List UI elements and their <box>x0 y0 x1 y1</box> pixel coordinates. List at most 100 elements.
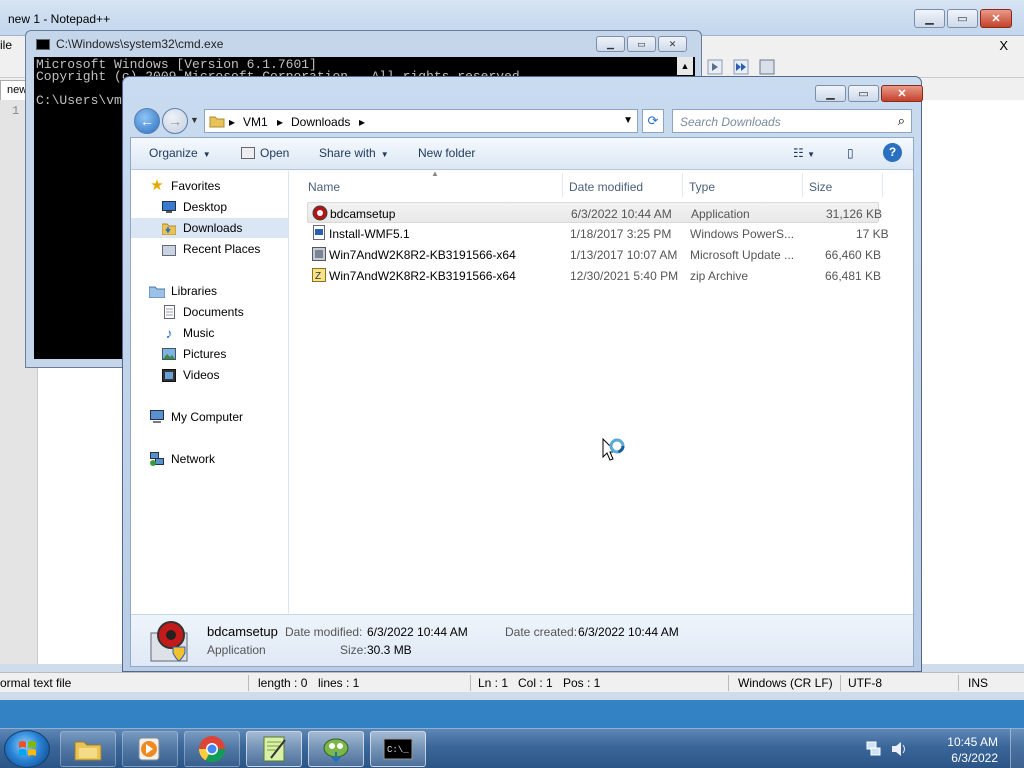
nav-videos[interactable]: Videos <box>161 365 219 385</box>
taskbar-cmd[interactable]: C:\_ <box>370 731 426 767</box>
start-button[interactable] <box>4 730 50 768</box>
file-size: 66,460 KB <box>825 248 882 262</box>
taskbar-setup[interactable] <box>308 731 364 767</box>
explorer-maximize-button[interactable]: ▭ <box>848 85 879 102</box>
close-document-button[interactable]: X <box>999 38 1008 53</box>
open-button[interactable]: Open <box>241 146 289 160</box>
nav-recent-places[interactable]: Recent Places <box>161 239 260 259</box>
notepadpp-maximize-button[interactable]: ▭ <box>947 9 978 28</box>
notepadpp-minimize-button[interactable]: ▁ <box>914 9 945 28</box>
nav-favorites[interactable]: ★ Favorites <box>149 176 220 196</box>
nav-label: Desktop <box>183 200 228 214</box>
nav-downloads[interactable]: Downloads <box>131 218 288 238</box>
nav-label: Music <box>183 326 215 340</box>
svg-text:Z: Z <box>315 271 321 282</box>
column-date-modified[interactable]: Date modified <box>569 180 643 194</box>
clock[interactable]: 10:45 AM 6/3/2022 <box>947 734 998 766</box>
status-eol: Windows (CR LF) <box>738 676 833 690</box>
pictures-icon <box>161 346 177 362</box>
status-lines: lines : 1 <box>318 676 360 690</box>
organize-label: Organize <box>149 146 198 160</box>
search-icon[interactable]: ⌕ <box>898 113 905 129</box>
file-row-kb3191566-msu[interactable]: Win7AndW2K8R2-KB3191566-x64 1/13/2017 10… <box>307 244 882 265</box>
explorer-close-button[interactable]: ✕ <box>881 85 923 102</box>
file-row-install-wmf[interactable]: Install-WMF5.1 1/18/2017 3:25 PM Windows… <box>307 223 889 244</box>
file-type: Microsoft Update ... <box>690 248 795 262</box>
cmd-maximize-button[interactable]: ▭ <box>627 36 656 52</box>
file-row-bdcamsetup[interactable]: bdcamsetup 6/3/2022 10:44 AM Application… <box>307 202 882 223</box>
nav-desktop[interactable]: Desktop <box>161 197 227 217</box>
network-tray-icon[interactable] <box>866 741 882 757</box>
media-player-icon <box>138 737 160 761</box>
nav-music[interactable]: ♪ Music <box>161 323 215 343</box>
nav-label: Videos <box>183 368 220 382</box>
chrome-icon <box>198 736 226 763</box>
explorer-content: Organize ▼ Open Share with ▼ New folder ☷ … <box>130 137 914 667</box>
notepadpp-icon <box>263 736 286 762</box>
breadcrumb-separator[interactable]: ▸ <box>277 115 283 129</box>
taskbar-notepadpp[interactable] <box>246 731 302 767</box>
file-date: 12/30/2021 5:40 PM <box>570 269 679 283</box>
view-options-icon[interactable]: ☷ ▼ <box>793 146 815 160</box>
share-with-button[interactable]: Share with ▼ <box>319 146 389 160</box>
volume-icon[interactable] <box>890 741 908 757</box>
open-label: Open <box>260 146 290 160</box>
nav-pictures[interactable]: Pictures <box>161 344 226 364</box>
details-date-created-label: Date created: <box>505 625 578 639</box>
menu-file[interactable]: ile <box>0 38 12 52</box>
bdcam-icon <box>312 205 328 221</box>
nav-documents[interactable]: Documents <box>161 302 244 322</box>
breadcrumb-separator[interactable]: ▸ <box>359 115 365 129</box>
forward-button[interactable]: → <box>162 108 188 134</box>
macro-toolbar-icons[interactable] <box>706 58 796 76</box>
taskbar: C:\_ 10:45 AM 6/3/2022 <box>0 728 1024 768</box>
explorer-minimize-button[interactable]: ▁ <box>815 85 846 102</box>
computer-icon <box>149 409 165 425</box>
refresh-icon[interactable]: ⟳ <box>642 109 664 133</box>
details-file-type: Application <box>207 643 266 657</box>
cmd-close-button[interactable]: ✕ <box>658 36 687 52</box>
taskbar-explorer[interactable] <box>60 731 116 767</box>
cmd-icon <box>36 39 50 50</box>
nav-label: Network <box>171 452 216 466</box>
help-icon[interactable]: ? <box>883 143 902 162</box>
taskbar-media-player[interactable] <box>122 731 178 767</box>
details-file-name: bdcamsetup <box>207 624 278 639</box>
nav-label: Pictures <box>183 347 227 361</box>
search-input[interactable]: Search Downloads ⌕ <box>672 109 912 133</box>
nav-libraries[interactable]: Libraries <box>149 281 217 301</box>
recent-pages-dropdown-icon[interactable]: ▼ <box>190 115 199 125</box>
sort-ascending-icon: ▲ <box>431 169 439 178</box>
cmd-minimize-button[interactable]: ▁ <box>596 36 625 52</box>
column-name[interactable]: Name <box>308 180 340 194</box>
breadcrumb-downloads[interactable]: Downloads <box>291 115 350 129</box>
status-ln: Ln : 1 <box>478 676 509 690</box>
file-name: bdcamsetup <box>330 207 396 221</box>
status-filetype: ormal text file <box>0 676 72 690</box>
preview-pane-icon[interactable]: ▯ <box>847 146 854 160</box>
details-size-label: Size: <box>340 643 367 657</box>
taskbar-chrome[interactable] <box>184 731 240 767</box>
nav-my-computer[interactable]: My Computer <box>149 407 243 427</box>
star-icon: ★ <box>150 177 164 194</box>
file-row-kb3191566-zip[interactable]: Z Win7AndW2K8R2-KB3191566-x64 12/30/2021… <box>307 265 881 286</box>
documents-icon <box>161 304 177 320</box>
column-type[interactable]: Type <box>689 180 715 194</box>
details-date-modified-label: Date modified: <box>285 625 363 639</box>
nav-label: Documents <box>183 305 244 319</box>
scroll-up-arrow-icon[interactable]: ▲ <box>677 57 693 75</box>
show-desktop-button[interactable] <box>1010 729 1024 768</box>
column-size[interactable]: Size <box>809 180 832 194</box>
notepadpp-statusbar: ormal text file length : 0 lines : 1 Ln … <box>0 672 1024 692</box>
organize-button[interactable]: Organize ▼ <box>149 146 211 160</box>
notepadpp-close-button[interactable]: ✕ <box>980 9 1012 28</box>
cmd-title: C:\Windows\system32\cmd.exe <box>56 37 224 51</box>
nav-network[interactable]: Network <box>149 449 215 469</box>
new-folder-button[interactable]: New folder <box>418 146 475 160</box>
address-dropdown-icon[interactable]: ▼ <box>623 115 633 126</box>
address-bar[interactable]: ▸ VM1 ▸ Downloads ▸ ▼ <box>204 109 638 133</box>
breadcrumb-separator[interactable]: ▸ <box>229 115 235 129</box>
back-button[interactable]: ← <box>134 108 160 134</box>
breadcrumb-vm1[interactable]: VM1 <box>243 115 268 129</box>
busy-cursor-icon <box>602 438 625 461</box>
